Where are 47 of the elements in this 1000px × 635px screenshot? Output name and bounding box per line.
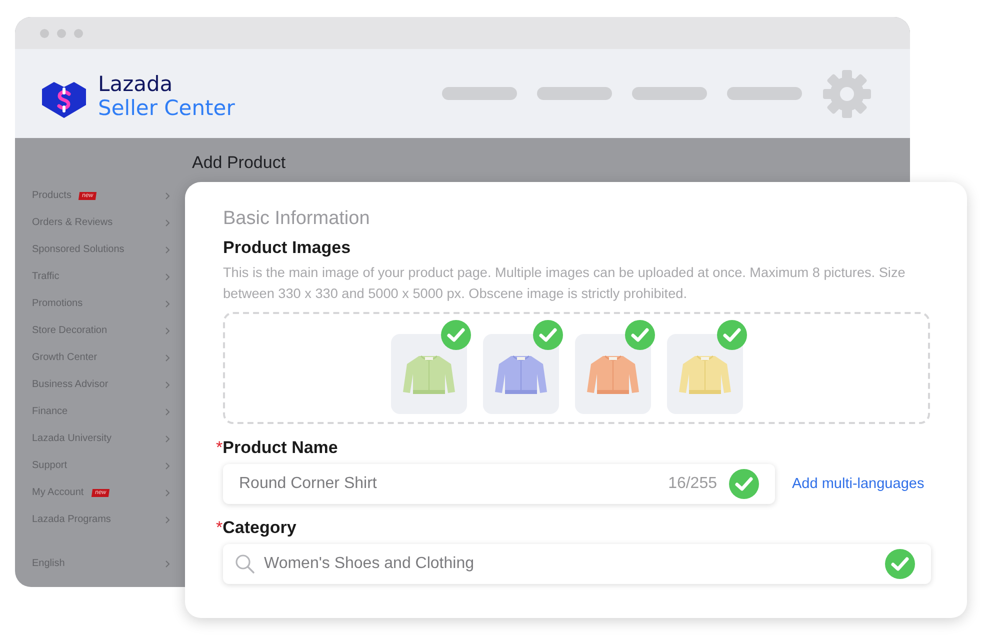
sidebar-item[interactable]: Business Advisor <box>32 371 185 398</box>
chevron-right-icon <box>165 408 170 416</box>
chevron-right-icon <box>165 354 170 362</box>
page-title: Add Product <box>192 153 287 173</box>
field-label: Product Images <box>223 238 352 258</box>
required-asterisk: * <box>216 518 223 538</box>
field-label: Category <box>222 518 296 538</box>
chevron-right-icon <box>165 462 170 470</box>
add-languages-link[interactable]: Add multi-languages <box>792 476 924 492</box>
field-label: Product Name <box>222 438 338 458</box>
category-field[interactable]: Women's Shoes and Clothing <box>223 544 931 584</box>
product-name-field[interactable]: Round Corner Shirt 16/255 <box>223 464 775 504</box>
settings-icon[interactable] <box>822 68 872 118</box>
language-selector[interactable]: English <box>32 550 185 577</box>
chevron-right-icon <box>165 516 170 524</box>
chevron-right-icon <box>165 300 170 308</box>
required-asterisk: * <box>216 438 223 458</box>
chevron-right-icon <box>165 272 170 280</box>
sidebar-item[interactable]: Growth Center <box>32 344 185 371</box>
chevron-right-icon <box>165 434 170 442</box>
window-dot <box>74 28 83 38</box>
chevron-right-icon <box>165 246 170 254</box>
sidebar-item[interactable]: Orders & Reviews <box>32 209 185 236</box>
chevron-right-icon <box>165 560 170 568</box>
sidebar-item[interactable]: Traffic <box>32 263 185 290</box>
field-description: This is the main image of your product page. Multiple images can be uploaded at once. Maximum 8 pictures. Size between 330 x 330 and 5000 x 5000 px. Obscene image is strictly prohibited. <box>223 264 906 303</box>
chevron-right-icon <box>165 192 170 200</box>
shopping-bag-dollar-icon <box>40 81 88 120</box>
sidebar-item[interactable]: Lazada University <box>32 425 185 452</box>
chevron-right-icon <box>165 326 170 334</box>
sidebar-item[interactable]: Finance <box>32 398 185 425</box>
product-name: Seller Center <box>98 96 235 120</box>
sidebar-item[interactable]: Promotions <box>32 290 185 317</box>
sidebar-item[interactable]: Lazada Programs <box>32 506 185 533</box>
chevron-right-icon <box>165 488 170 496</box>
character-counter: 16/255 <box>668 475 717 493</box>
window-dot <box>40 28 49 38</box>
window-dot <box>57 28 66 38</box>
section-title: Basic Information <box>223 208 371 230</box>
chevron-right-icon <box>165 380 170 388</box>
image-upload-area[interactable] <box>223 312 930 424</box>
sidebar-item[interactable]: Store Decoration <box>32 317 185 344</box>
brand-name: Lazada <box>98 73 174 96</box>
sidebar-item[interactable]: Support <box>32 452 185 479</box>
chevron-right-icon <box>165 218 170 226</box>
sidebar-item[interactable]: Sponsored Solutions <box>32 236 185 263</box>
search-icon <box>235 554 255 574</box>
